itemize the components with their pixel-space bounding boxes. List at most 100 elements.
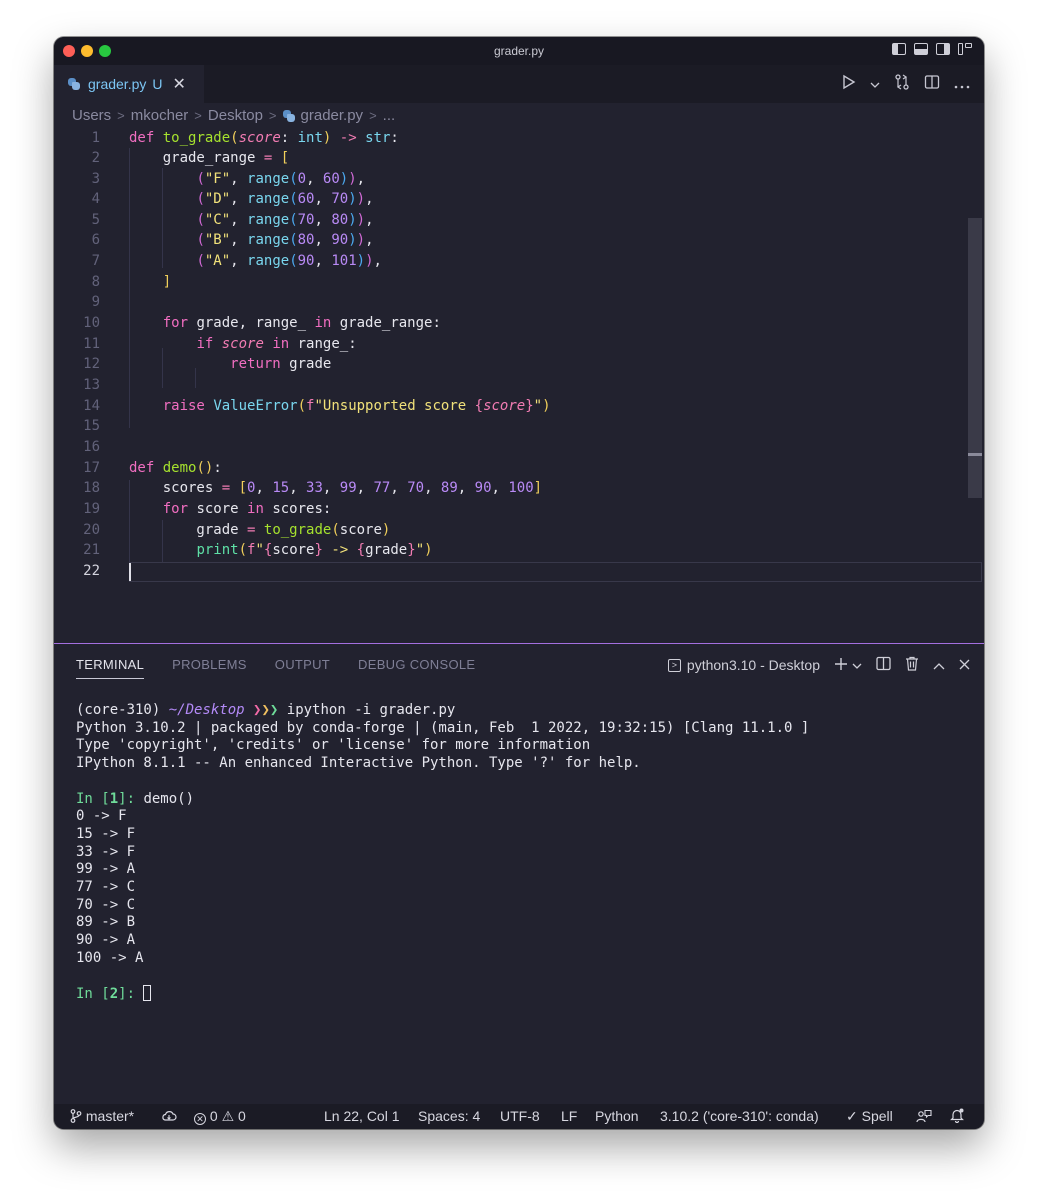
line-number: 2 <box>91 150 100 166</box>
tab-close-icon[interactable]: ✕ <box>173 74 186 94</box>
breadcrumb-item-file[interactable]: grader.py <box>301 107 364 124</box>
close-panel-icon[interactable] <box>959 657 970 673</box>
code-line: ("A", range(90, 101)), <box>196 253 382 269</box>
output-line: 0 -> F <box>76 808 127 825</box>
toggle-primary-sidebar-icon[interactable] <box>892 43 906 55</box>
notifications-bell-icon[interactable] <box>950 1108 964 1124</box>
code-line: return grade <box>230 356 332 372</box>
code-line: grade_range = [ <box>129 150 290 166</box>
code-line: ("F", range(0, 60)), <box>196 171 366 187</box>
output-line: 89 -> B <box>76 914 136 931</box>
git-branch-icon <box>70 1109 82 1123</box>
tab-output[interactable]: OUTPUT <box>275 657 330 679</box>
line-number: 17 <box>83 460 100 476</box>
code-line: print(f"{score} -> {grade}") <box>196 542 433 558</box>
code-line: ("D", range(60, 70)), <box>196 191 374 207</box>
line-number: 7 <box>91 253 100 269</box>
line-number: 16 <box>83 439 100 455</box>
toggle-secondary-sidebar-icon[interactable] <box>936 43 950 55</box>
error-icon: ✕ <box>194 1113 206 1125</box>
output-line: 99 -> A <box>76 861 136 878</box>
tab-grader-py[interactable]: grader.py U ✕ <box>54 65 204 103</box>
line-number: 8 <box>91 274 100 290</box>
in-label: In [ <box>76 790 110 807</box>
in-number: 2 <box>109 986 119 1003</box>
chevron-right-icon: > <box>117 108 125 123</box>
toggle-panel-icon[interactable] <box>914 43 928 55</box>
terminal-info-line: IPython 8.1.1 -- An enhanced Interactive… <box>76 755 641 772</box>
code-line: def demo(): <box>129 460 222 476</box>
more-actions-icon[interactable] <box>954 76 970 93</box>
line-number: 12 <box>83 356 100 372</box>
text-cursor <box>129 563 131 581</box>
line-number-active: 22 <box>83 563 100 579</box>
python-file-icon <box>68 78 80 90</box>
status-indentation[interactable]: Spaces: 4 <box>418 1108 480 1124</box>
output-line: 77 -> C <box>76 879 136 896</box>
python-file-icon <box>282 109 295 122</box>
code-line: scores = [0, 15, 33, 99, 77, 70, 89, 90,… <box>129 480 543 496</box>
line-number: 20 <box>83 522 100 538</box>
conda-env: (core-310) <box>76 702 169 718</box>
line-number: 19 <box>83 501 100 517</box>
status-problems[interactable]: ✕ 0 ⚠ 0 <box>194 1108 246 1125</box>
window-title: grader.py <box>493 44 545 58</box>
customize-layout-icon[interactable] <box>958 43 972 55</box>
status-eol[interactable]: LF <box>561 1108 577 1124</box>
chevron-right-icon: > <box>194 108 202 123</box>
status-language[interactable]: Python <box>595 1108 639 1124</box>
warning-icon: ⚠ <box>221 1108 235 1124</box>
code-editor[interactable]: 1 def to_grade(score: int) -> str: 2 grad… <box>54 128 984 643</box>
error-count: 0 <box>209 1108 218 1124</box>
status-interpreter[interactable]: 3.10.2 ('core-310': conda) <box>660 1108 819 1124</box>
output-line: 90 -> A <box>76 932 136 949</box>
ipython-input-2: In [2]: <box>76 985 809 1004</box>
maximize-panel-icon[interactable] <box>933 657 945 673</box>
breadcrumb-item-users[interactable]: Users <box>72 107 111 124</box>
shell-prompt-line: (core-310) ~/Desktop ❯❯❯ ipython -i grad… <box>76 702 456 718</box>
status-branch[interactable]: master* <box>70 1108 134 1124</box>
code-line: grade = to_grade(score) <box>129 522 391 538</box>
prompt-path: ~/Desktop <box>168 702 245 718</box>
terminal-output[interactable]: (core-310) ~/Desktop ❯❯❯ ipython -i grad… <box>76 702 809 1004</box>
warning-count: 0 <box>238 1108 246 1124</box>
tab-debug-console[interactable]: DEBUG CONSOLE <box>358 657 475 679</box>
line-number: 4 <box>91 191 100 207</box>
feedback-icon[interactable] <box>916 1108 932 1124</box>
terminal-icon: > <box>667 658 681 672</box>
compare-changes-icon[interactable] <box>894 74 910 94</box>
breadcrumb-item-symbols[interactable]: ... <box>383 107 396 124</box>
status-cursor-position[interactable]: Ln 22, Col 1 <box>324 1108 400 1124</box>
chevron-right-icon: > <box>369 108 377 123</box>
sync-icon[interactable] <box>161 1108 177 1124</box>
split-editor-icon[interactable] <box>924 74 940 94</box>
code-line: def to_grade(score: int) -> str: <box>129 130 399 146</box>
chevron-down-icon[interactable] <box>870 76 880 93</box>
code-line: raise ValueError(f"Unsupported score {sc… <box>162 398 551 414</box>
breadcrumb: Users > mkocher > Desktop > grader.py > … <box>72 107 395 124</box>
in-label-close: ]: <box>118 790 144 807</box>
editor-scrollbar[interactable] <box>968 218 982 498</box>
status-encoding[interactable]: UTF-8 <box>500 1108 540 1124</box>
code-line: for score in scores: <box>162 501 332 517</box>
breadcrumb-item-mkocher[interactable]: mkocher <box>131 107 189 124</box>
new-terminal-icon[interactable] <box>834 657 848 674</box>
trash-icon[interactable] <box>905 656 919 674</box>
breadcrumb-item-desktop[interactable]: Desktop <box>208 107 263 124</box>
chevron-down-icon[interactable] <box>852 657 862 673</box>
branch-name: master* <box>85 1108 135 1124</box>
line-number: 9 <box>91 294 100 310</box>
tab-problems[interactable]: PROBLEMS <box>172 657 247 679</box>
output-line: 70 -> C <box>76 896 136 913</box>
tab-terminal[interactable]: TERMINAL <box>76 657 145 679</box>
status-bar: master* ✕ 0 ⚠ 0 Ln 22, Col 1 Spaces: 4 U… <box>54 1104 984 1129</box>
line-number: 18 <box>83 480 100 496</box>
code-line: ("B", range(80, 90)), <box>196 232 374 248</box>
terminal-selector[interactable]: > python3.10 - Desktop <box>667 657 820 673</box>
line-number: 14 <box>83 398 100 414</box>
status-spell[interactable]: ✓ Spell <box>846 1108 893 1125</box>
line-number: 10 <box>83 315 100 331</box>
terminal-cursor <box>143 985 152 1002</box>
run-file-icon[interactable] <box>842 74 856 94</box>
split-terminal-icon[interactable] <box>876 656 891 674</box>
